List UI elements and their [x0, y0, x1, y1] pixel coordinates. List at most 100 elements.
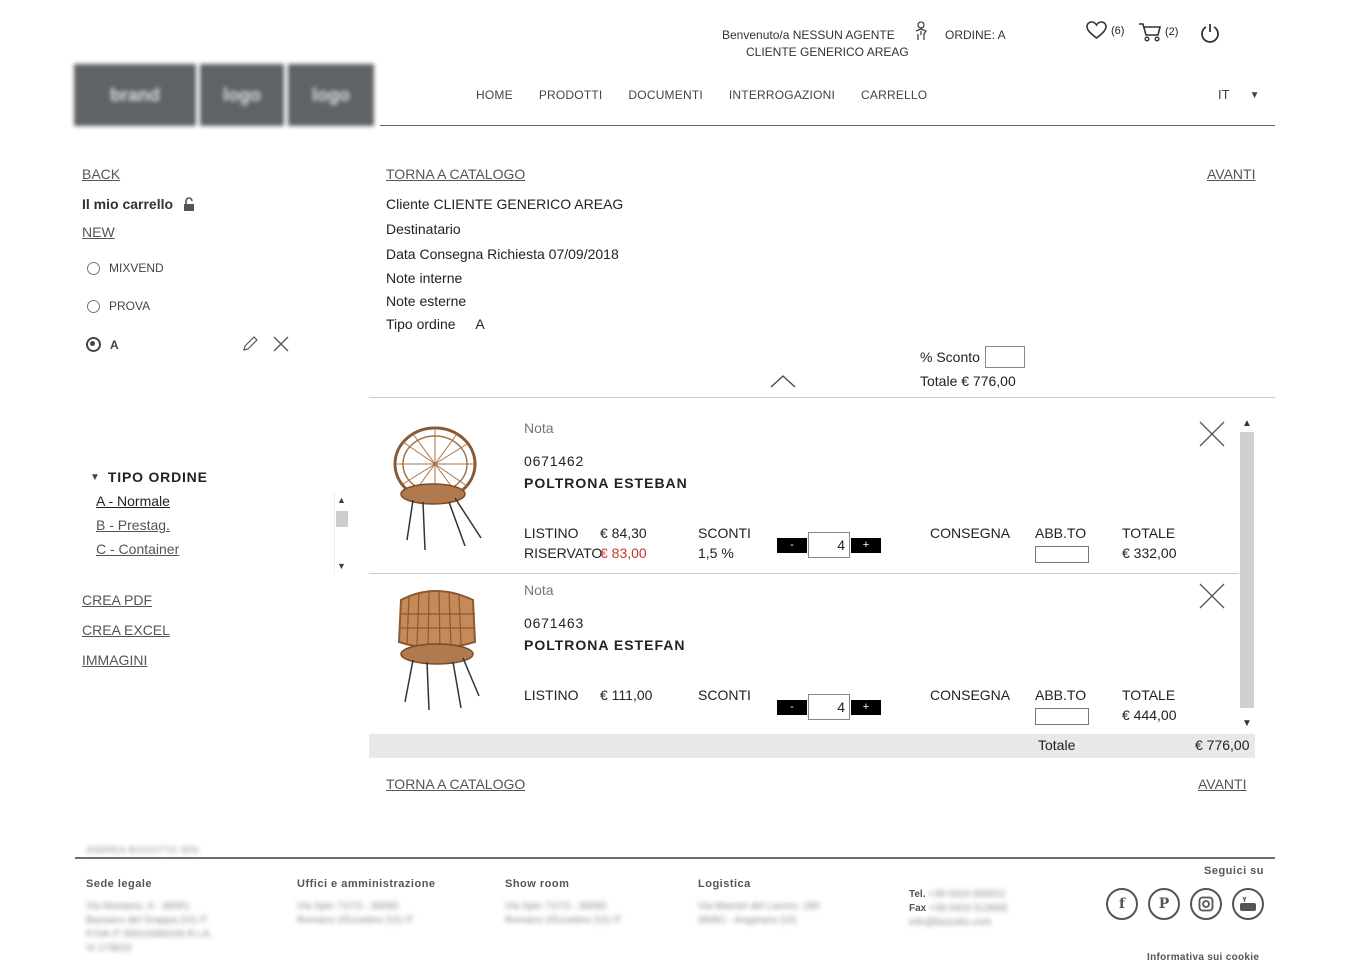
product-image[interactable] — [383, 584, 493, 714]
quantity-stepper: - 4 + — [777, 532, 881, 558]
cart-button[interactable]: (2) — [1138, 22, 1178, 42]
radio-button[interactable] — [87, 261, 100, 275]
scroll-up-icon[interactable]: ▲ — [1242, 418, 1252, 429]
tipo-scrollbar[interactable]: ▲ ▼ — [334, 493, 348, 575]
cart-total-label: Totale — [1038, 737, 1076, 753]
logout-button[interactable] — [1200, 22, 1220, 49]
abb-input[interactable] — [1035, 546, 1089, 563]
tipo-ordine-label: Tipo ordine — [386, 316, 456, 332]
radio-button[interactable] — [87, 299, 100, 313]
qty-minus-button[interactable]: - — [777, 699, 807, 715]
qty-input[interactable]: 4 — [808, 532, 850, 558]
cliente-label: Cliente — [386, 196, 430, 212]
scroll-up-icon[interactable]: ▲ — [337, 495, 346, 505]
radio-button-selected[interactable] — [86, 337, 101, 352]
scrollbar-thumb[interactable] — [336, 511, 348, 527]
footer-divider — [75, 857, 1275, 859]
tipo-ordine-row: Tipo ordine A — [386, 316, 485, 332]
footer-logistica-text: Via Maestri del Lavoro, 180 36061 - Anga… — [698, 900, 820, 928]
product-name[interactable]: POLTRONA ESTEFAN — [524, 637, 685, 653]
remove-product-icon[interactable] — [1199, 583, 1225, 609]
tipo-option-container[interactable]: C - Container — [96, 541, 348, 557]
abb-label: ABB.TO — [1035, 525, 1087, 541]
wishlist-count: (6) — [1111, 24, 1125, 37]
pinterest-icon[interactable]: P — [1148, 888, 1180, 920]
qty-input[interactable]: 4 — [808, 694, 850, 720]
listino-label: LISTINO — [524, 687, 579, 703]
crea-excel-link[interactable]: CREA EXCEL — [82, 622, 170, 638]
product-image[interactable] — [383, 422, 493, 552]
scrollbar-thumb[interactable] — [1240, 432, 1254, 708]
product-code: 0671463 — [524, 615, 585, 631]
company-logo: brand logo logo — [74, 64, 374, 126]
nav-documenti[interactable]: DOCUMENTI — [628, 88, 702, 102]
wishlist-button[interactable]: (6) — [1086, 21, 1124, 40]
next-link[interactable]: AVANTI — [1207, 166, 1256, 182]
instagram-icon[interactable] — [1190, 888, 1222, 920]
qty-plus-button[interactable]: + — [851, 699, 881, 715]
tipo-ordine-header[interactable]: ▼ TIPO ORDINE — [90, 469, 208, 485]
facebook-icon[interactable]: f — [1106, 888, 1138, 920]
footer-showroom-title: Show room — [505, 878, 570, 890]
sconti-label: SCONTI — [698, 687, 751, 703]
tipo-option-normale[interactable]: A - Normale — [96, 493, 348, 509]
language-select[interactable]: IT ▼ — [1218, 87, 1259, 102]
cart-option-label: MIXVEND — [109, 261, 164, 275]
remove-product-icon[interactable] — [1199, 421, 1225, 447]
tipo-option-prestag[interactable]: B - Prestag. — [96, 517, 348, 533]
delete-cart-button[interactable] — [273, 336, 289, 357]
caret-down-icon: ▼ — [90, 471, 100, 483]
cookie-policy-link[interactable]: Informativa sui cookie — [1147, 952, 1259, 963]
back-to-catalog-link-bottom[interactable]: TORNA A CATALOGO — [386, 776, 525, 792]
email-value[interactable]: info@bizzotto.com — [909, 916, 1007, 930]
tipo-ordine-title: TIPO ORDINE — [107, 469, 208, 485]
agent-icon — [913, 21, 929, 46]
scroll-down-icon[interactable]: ▼ — [337, 561, 346, 571]
note-interne-label: Note interne — [386, 270, 463, 286]
youtube-icon[interactable] — [1232, 888, 1264, 920]
abb-input[interactable] — [1035, 708, 1089, 725]
chevron-up-icon — [770, 375, 796, 388]
nav-carrello[interactable]: CARRELLO — [861, 88, 927, 102]
product-name[interactable]: POLTRONA ESTEBAN — [524, 475, 688, 491]
quantity-stepper: - 4 + — [777, 694, 881, 720]
follow-us-label: Seguici su — [1204, 865, 1265, 877]
cart-option-label: PROVA — [109, 299, 151, 313]
unlock-icon[interactable] — [183, 196, 195, 212]
collapse-button[interactable] — [770, 374, 796, 393]
data-consegna-row: Data Consegna Richiesta 07/09/2018 — [386, 246, 619, 262]
qty-plus-button[interactable]: + — [851, 537, 881, 553]
nav-prodotti[interactable]: PRODOTTI — [539, 88, 603, 102]
cart-total-row: Totale € 776,00 — [369, 734, 1255, 758]
product-note-label[interactable]: Nota — [524, 582, 554, 598]
sconto-row: % Sconto — [920, 346, 1025, 368]
nav-interrogazioni[interactable]: INTERROGAZIONI — [729, 88, 835, 102]
back-link[interactable]: BACK — [82, 166, 120, 182]
cart-icon — [1139, 23, 1162, 42]
tel-label: Tel. — [909, 889, 926, 900]
logo-block-1: brand — [74, 64, 196, 126]
footer-line: P.IVA IT 00514490248 R.I.A. — [86, 929, 213, 940]
edit-cart-button[interactable] — [242, 335, 259, 357]
next-link-bottom[interactable]: AVANTI — [1198, 776, 1247, 792]
new-cart-link[interactable]: NEW — [82, 224, 115, 240]
back-to-catalog-link[interactable]: TORNA A CATALOGO — [386, 166, 525, 182]
footer-line: Via Spin 71/73 - 36060 — [297, 901, 399, 912]
close-icon — [273, 336, 289, 352]
cart-option-mixvend[interactable]: MIXVEND — [87, 261, 164, 275]
fax-label: Fax — [909, 903, 927, 914]
my-cart-label: Il mio carrello — [82, 196, 174, 212]
qty-minus-button[interactable]: - — [777, 537, 807, 553]
product-row: Nota 0671463 POLTRONA ESTEFAN LISTINO € … — [369, 574, 1239, 732]
cart-option-a[interactable]: A — [86, 337, 119, 352]
product-note-label[interactable]: Nota — [524, 420, 554, 436]
immagini-link[interactable]: IMMAGINI — [82, 652, 147, 668]
nav-home[interactable]: HOME — [476, 88, 513, 102]
power-icon — [1201, 24, 1219, 43]
sconto-input[interactable] — [984, 346, 1025, 368]
cart-option-prova[interactable]: PROVA — [87, 299, 150, 313]
scroll-down-icon[interactable]: ▼ — [1242, 718, 1252, 729]
data-consegna-label: Data Consegna Richiesta — [386, 246, 545, 262]
product-list-scrollbar[interactable]: ▲ ▼ — [1239, 416, 1255, 734]
crea-pdf-link[interactable]: CREA PDF — [82, 592, 152, 608]
